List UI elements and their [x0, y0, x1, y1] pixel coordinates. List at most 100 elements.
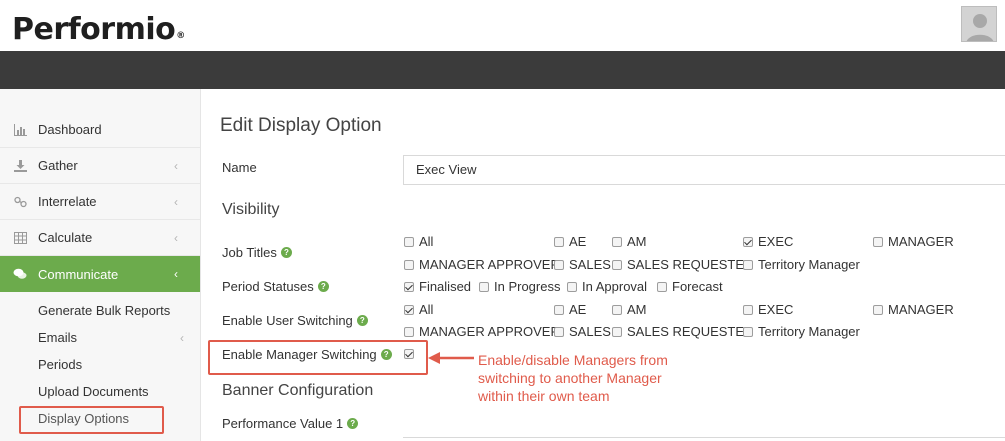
visibility-heading: Visibility — [222, 201, 280, 218]
sidebar-subitem-label: Emails — [38, 330, 78, 345]
sidebar-item-label: Calculate — [38, 230, 93, 245]
annotation-arrow-icon — [428, 352, 474, 364]
user-switching-am-checkbox[interactable]: AM — [612, 302, 647, 317]
period-status-in-progress-checkbox[interactable]: In Progress — [479, 279, 560, 294]
job-title-am-checkbox[interactable]: AM — [612, 234, 647, 249]
checkbox-box — [554, 259, 564, 270]
sidebar-subitem-label: Periods — [38, 357, 83, 372]
checkbox-box — [404, 326, 414, 337]
user-switching-territory-manager-checkbox[interactable]: Territory Manager — [743, 324, 860, 339]
job-title-all-checkbox[interactable]: All — [404, 234, 433, 249]
nav-bar — [0, 51, 1005, 89]
sidebar-item-gather[interactable]: Gather ‹ — [0, 148, 200, 184]
checkbox-box — [873, 304, 883, 315]
logo-text: Performio — [12, 12, 176, 47]
checkbox-box — [404, 304, 414, 315]
sidebar-subitem-periods[interactable]: Periods — [0, 351, 200, 378]
job-title-sales-requester-checkbox[interactable]: SALES REQUESTER — [612, 257, 753, 272]
sidebar-item-label: Gather — [38, 158, 78, 173]
chevron-left-icon: ‹ — [174, 159, 178, 173]
checkbox-box — [404, 281, 414, 292]
job-titles-label: Job Titles? — [222, 245, 292, 260]
checkbox-box — [479, 281, 489, 292]
sidebar-subitem-generate-bulk-reports[interactable]: Generate Bulk Reports — [0, 297, 200, 324]
table-icon — [13, 231, 27, 245]
checkbox-box — [743, 304, 753, 315]
annotation-line: Enable/disable Managers from — [478, 352, 668, 368]
download-icon — [13, 159, 27, 173]
user-switching-label: Enable User Switching? — [222, 313, 368, 328]
sidebar-item-dashboard[interactable]: Dashboard — [0, 112, 200, 148]
chat-icon — [13, 267, 27, 281]
user-switching-manager-approver-checkbox[interactable]: MANAGER APPROVER — [404, 324, 560, 339]
checkbox-box — [554, 304, 564, 315]
chevron-left-icon: ‹ — [174, 231, 178, 245]
period-status-in-approval-checkbox[interactable]: In Approval — [567, 279, 647, 294]
manager-switching-highlight — [208, 340, 428, 375]
top-header: Performio® — [0, 0, 1005, 51]
user-avatar[interactable] — [961, 6, 997, 42]
sidebar-subitem-label: Upload Documents — [38, 384, 149, 399]
banner-configuration-heading: Banner Configuration — [222, 382, 374, 399]
checkbox-box — [743, 326, 753, 337]
job-title-territory-manager-checkbox[interactable]: Territory Manager — [743, 257, 860, 272]
checkbox-box — [404, 259, 414, 270]
name-label: Name — [222, 160, 257, 175]
job-title-sales-checkbox[interactable]: SALES — [554, 257, 611, 272]
help-icon[interactable]: ? — [280, 247, 292, 258]
checkbox-box — [567, 281, 577, 292]
checkbox-box — [657, 281, 667, 292]
period-statuses-label: Period Statuses? — [222, 279, 329, 294]
checkbox-box — [743, 259, 753, 270]
job-title-manager-approver-checkbox[interactable]: MANAGER APPROVER — [404, 257, 560, 272]
sidebar-subitem-emails[interactable]: Emails ‹ — [0, 324, 200, 351]
user-switching-exec-checkbox[interactable]: EXEC — [743, 302, 793, 317]
user-silhouette-icon — [962, 7, 996, 41]
period-status-finalised-checkbox[interactable]: Finalised — [404, 279, 471, 294]
user-switching-all-checkbox[interactable]: All — [404, 302, 433, 317]
job-title-manager-checkbox[interactable]: MANAGER — [873, 234, 954, 249]
period-status-forecast-checkbox[interactable]: Forecast — [657, 279, 723, 294]
sidebar-item-label: Interrelate — [38, 194, 97, 209]
annotation-line: switching to another Manager — [478, 370, 662, 386]
job-title-exec-checkbox[interactable]: EXEC — [743, 234, 793, 249]
help-icon[interactable]: ? — [317, 281, 329, 292]
sidebar-item-interrelate[interactable]: Interrelate ‹ — [0, 184, 200, 220]
checkbox-box — [612, 236, 622, 247]
sidebar-item-communicate[interactable]: Communicate ‹ — [0, 256, 200, 292]
chevron-left-icon: ‹ — [180, 331, 184, 345]
checkbox-box — [554, 236, 564, 247]
user-switching-ae-checkbox[interactable]: AE — [554, 302, 586, 317]
checkbox-box — [743, 236, 753, 247]
checkbox-box — [404, 236, 414, 247]
annotation-line: within their own team — [478, 388, 610, 404]
sidebar-item-label: Dashboard — [38, 122, 102, 137]
sidebar-item-label: Communicate — [38, 266, 119, 282]
checkbox-box — [612, 259, 622, 270]
sidebar-subitem-label: Generate Bulk Reports — [38, 303, 171, 318]
name-input[interactable]: Exec View — [403, 155, 1005, 185]
performance-value-input[interactable] — [403, 437, 1005, 441]
chevron-left-icon: ‹ — [174, 267, 178, 281]
sidebar-subitem-upload-documents[interactable]: Upload Documents — [0, 378, 200, 405]
checkbox-box — [612, 326, 622, 337]
registered-mark: ® — [176, 31, 185, 41]
display-options-highlight — [19, 406, 164, 434]
page-title: Edit Display Option — [220, 115, 382, 136]
annotation-text: Enable/disable Managers from switching t… — [478, 351, 698, 405]
checkbox-box — [554, 326, 564, 337]
job-title-ae-checkbox[interactable]: AE — [554, 234, 586, 249]
user-switching-manager-checkbox[interactable]: MANAGER — [873, 302, 954, 317]
checkbox-box — [873, 236, 883, 247]
help-icon[interactable]: ? — [347, 418, 359, 429]
sidebar-item-calculate[interactable]: Calculate ‹ — [0, 220, 200, 256]
link-icon — [13, 195, 27, 209]
user-switching-sales-checkbox[interactable]: SALES — [554, 324, 611, 339]
performio-logo[interactable]: Performio® — [12, 12, 185, 48]
sidebar: Dashboard Gather ‹ Interrelate ‹ Calcula… — [0, 89, 201, 441]
help-icon[interactable]: ? — [356, 315, 368, 326]
checkbox-box — [612, 304, 622, 315]
performance-value-label: Performance Value 1? — [222, 416, 359, 431]
user-switching-sales-requester-checkbox[interactable]: SALES REQUESTER — [612, 324, 753, 339]
bar-chart-icon — [13, 123, 27, 137]
